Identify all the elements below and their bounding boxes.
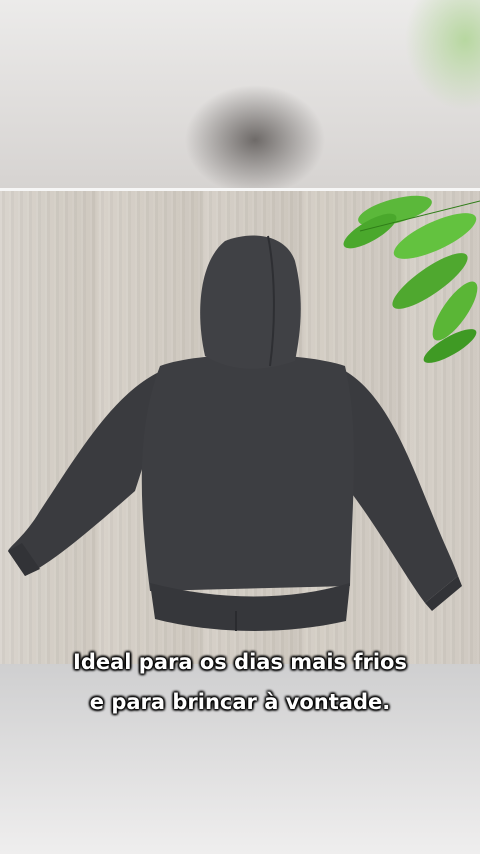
blurred-background-top — [0, 0, 480, 188]
product-photo — [0, 188, 480, 667]
caption-line-2: e para brincar à vontade. — [89, 690, 391, 714]
hoodie-image — [8, 235, 462, 631]
caption-line-1: Ideal para os dias mais frios — [73, 650, 407, 674]
